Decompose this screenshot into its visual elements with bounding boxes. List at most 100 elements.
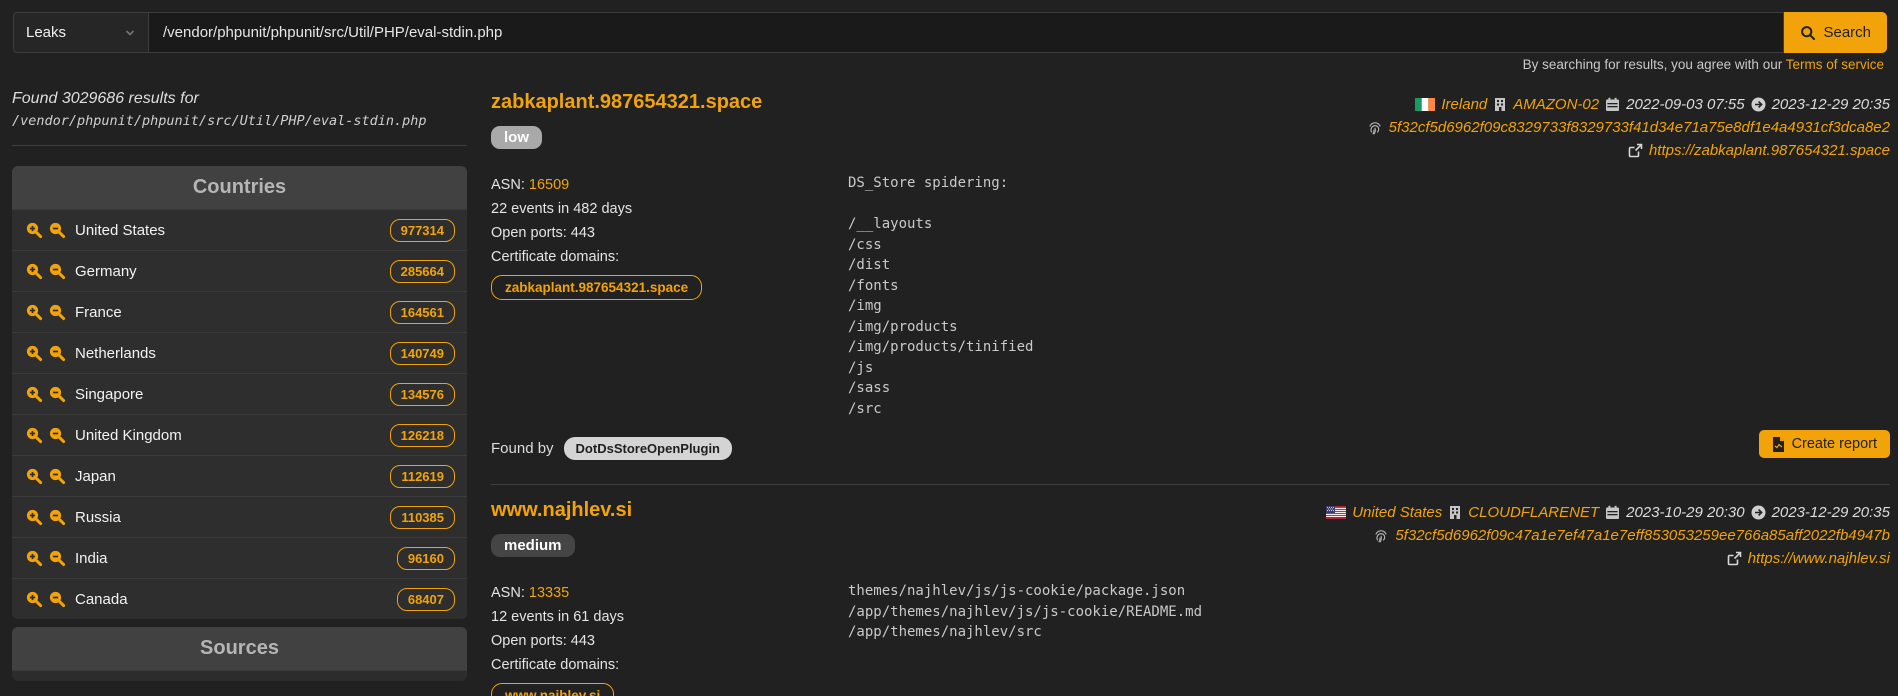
result-snippet: DS_Store spidering: /__layouts /css /dis… (848, 173, 1890, 419)
result-card-najhlev: www.najhlev.si medium ASN: 13335 12 even… (491, 484, 1890, 696)
asn-line: ASN: 13335 (491, 581, 848, 605)
severity-badge: medium (491, 534, 575, 557)
results-summary: Found 3029686 results for /vendor/phpuni… (12, 90, 467, 129)
country-row-netherlands: Netherlands 140749 (12, 332, 467, 373)
asn-label: ASN: (491, 585, 525, 601)
country-count-badge: 134576 (390, 383, 455, 406)
us-flag-icon (1326, 506, 1346, 519)
country-row-canada: Canada 68407 (12, 578, 467, 619)
terms-link[interactable]: Terms of service (1786, 57, 1884, 72)
country-name: United States (75, 222, 165, 239)
country-name: Japan (75, 468, 116, 485)
country-row-india: India 96160 (12, 537, 467, 578)
result-title-link[interactable]: zabkaplant.987654321.space (491, 91, 762, 113)
search-button-label: Search (1823, 24, 1871, 41)
arrow-right-circle-icon (1751, 97, 1766, 112)
country-row-singapore: Singapore 134576 (12, 373, 467, 414)
countries-panel: Countries United States 977314 Germany 2… (12, 166, 467, 619)
country-count-badge: 68407 (397, 588, 455, 611)
ireland-flag-icon (1415, 98, 1435, 111)
zoom-in-icon[interactable] (25, 303, 43, 321)
external-link-icon (1628, 143, 1643, 158)
country-name: United Kingdom (75, 427, 182, 444)
first-seen-date: 2022-09-03 07:55 (1626, 96, 1744, 113)
result-title-link[interactable]: www.najhlev.si (491, 499, 632, 521)
plugin-badge[interactable]: DotDsStoreOpenPlugin (564, 437, 732, 460)
found-by-label: Found by (491, 440, 554, 457)
zoom-out-icon[interactable] (48, 262, 66, 280)
network-link[interactable]: CLOUDFLARENET (1468, 504, 1599, 521)
result-snippet: themes/najhlev/js/js-cookie/package.json… (848, 581, 1890, 696)
first-seen-date: 2023-10-29 20:30 (1626, 504, 1744, 521)
zoom-out-icon[interactable] (48, 221, 66, 239)
search-scope-select[interactable]: Leaks (13, 12, 149, 53)
terms-text: By searching for results, you agree with… (1523, 57, 1786, 72)
result-info: ASN: 13335 12 events in 61 days Open por… (491, 581, 848, 696)
url-row: https://zabkaplant.987654321.space (1367, 139, 1890, 162)
terms-line: By searching for results, you agree with… (0, 57, 1898, 77)
cert-domain-badge[interactable]: www.najhlev.si (491, 683, 614, 696)
search-input[interactable] (149, 12, 1784, 53)
country-name: Germany (75, 263, 137, 280)
fingerprint-icon (1373, 528, 1389, 544)
zoom-out-icon[interactable] (48, 344, 66, 362)
fingerprint-link[interactable]: 5f32cf5d6962f09c8329733f8329733f41d34e71… (1389, 119, 1890, 136)
asn-link[interactable]: 13335 (529, 585, 569, 601)
geo-row: Ireland AMAZON-02 2022-09-03 07:55 2023-… (1367, 93, 1890, 116)
create-report-button[interactable]: Create report (1759, 430, 1890, 458)
zoom-out-icon[interactable] (48, 549, 66, 567)
result-card-zabkaplant: zabkaplant.987654321.space low ASN: 1650… (491, 77, 1890, 484)
results-query: /vendor/phpunit/phpunit/src/Util/PHP/eva… (12, 113, 467, 129)
zoom-in-icon[interactable] (25, 385, 43, 403)
country-name: Singapore (75, 386, 143, 403)
results-list: zabkaplant.987654321.space low ASN: 1650… (467, 77, 1898, 696)
result-url-link[interactable]: https://www.najhlev.si (1748, 550, 1890, 567)
content: Found 3029686 results for /vendor/phpuni… (0, 77, 1898, 696)
building-icon (1448, 505, 1462, 520)
found-by-line: Found by DotDsStoreOpenPlugin (491, 437, 1890, 460)
severity-badge: low (491, 126, 542, 149)
cert-domain-badge[interactable]: zabkaplant.987654321.space (491, 275, 702, 300)
search-button[interactable]: Search (1784, 12, 1887, 53)
last-seen-date: 2023-12-29 20:35 (1772, 504, 1890, 521)
country-link[interactable]: Ireland (1441, 96, 1487, 113)
zoom-in-icon[interactable] (25, 467, 43, 485)
zoom-in-icon[interactable] (25, 549, 43, 567)
events-line: 22 events in 482 days (491, 197, 848, 221)
calendar-icon (1605, 505, 1620, 520)
country-name: Canada (75, 591, 128, 608)
geo-row: United States CLOUDFLARENET 2023-10-29 2… (1326, 501, 1890, 524)
zoom-in-icon[interactable] (25, 426, 43, 444)
zoom-out-icon[interactable] (48, 508, 66, 526)
zoom-out-icon[interactable] (48, 303, 66, 321)
result-meta: Ireland AMAZON-02 2022-09-03 07:55 2023-… (1367, 93, 1890, 162)
zoom-in-icon[interactable] (25, 262, 43, 280)
search-icon (1800, 25, 1816, 41)
report-document-icon (1772, 437, 1785, 452)
country-count-badge: 112619 (390, 465, 455, 488)
zoom-in-icon[interactable] (25, 344, 43, 362)
zoom-in-icon[interactable] (25, 221, 43, 239)
external-link-icon (1727, 551, 1742, 566)
result-info: ASN: 16509 22 events in 482 days Open po… (491, 173, 848, 419)
zoom-out-icon[interactable] (48, 385, 66, 403)
results-count: Found 3029686 results for (12, 90, 467, 108)
zoom-out-icon[interactable] (48, 426, 66, 444)
result-url-link[interactable]: https://zabkaplant.987654321.space (1649, 142, 1890, 159)
cert-domains-label: Certificate domains: (491, 245, 848, 269)
country-row-japan: Japan 112619 (12, 455, 467, 496)
country-count-badge: 140749 (390, 342, 455, 365)
sources-panel: Sources (12, 627, 467, 681)
country-row-russia: Russia 110385 (12, 496, 467, 537)
country-name: Netherlands (75, 345, 156, 362)
zoom-in-icon[interactable] (25, 590, 43, 608)
open-ports-line: Open ports: 443 (491, 221, 848, 245)
asn-link[interactable]: 16509 (529, 177, 569, 193)
country-link[interactable]: United States (1352, 504, 1442, 521)
zoom-out-icon[interactable] (48, 467, 66, 485)
zoom-in-icon[interactable] (25, 508, 43, 526)
fingerprint-link[interactable]: 5f32cf5d6962f09c47a1e7ef47a1e7eff8530532… (1395, 527, 1890, 544)
zoom-out-icon[interactable] (48, 590, 66, 608)
country-row-united-kingdom: United Kingdom 126218 (12, 414, 467, 455)
network-link[interactable]: AMAZON-02 (1513, 96, 1599, 113)
